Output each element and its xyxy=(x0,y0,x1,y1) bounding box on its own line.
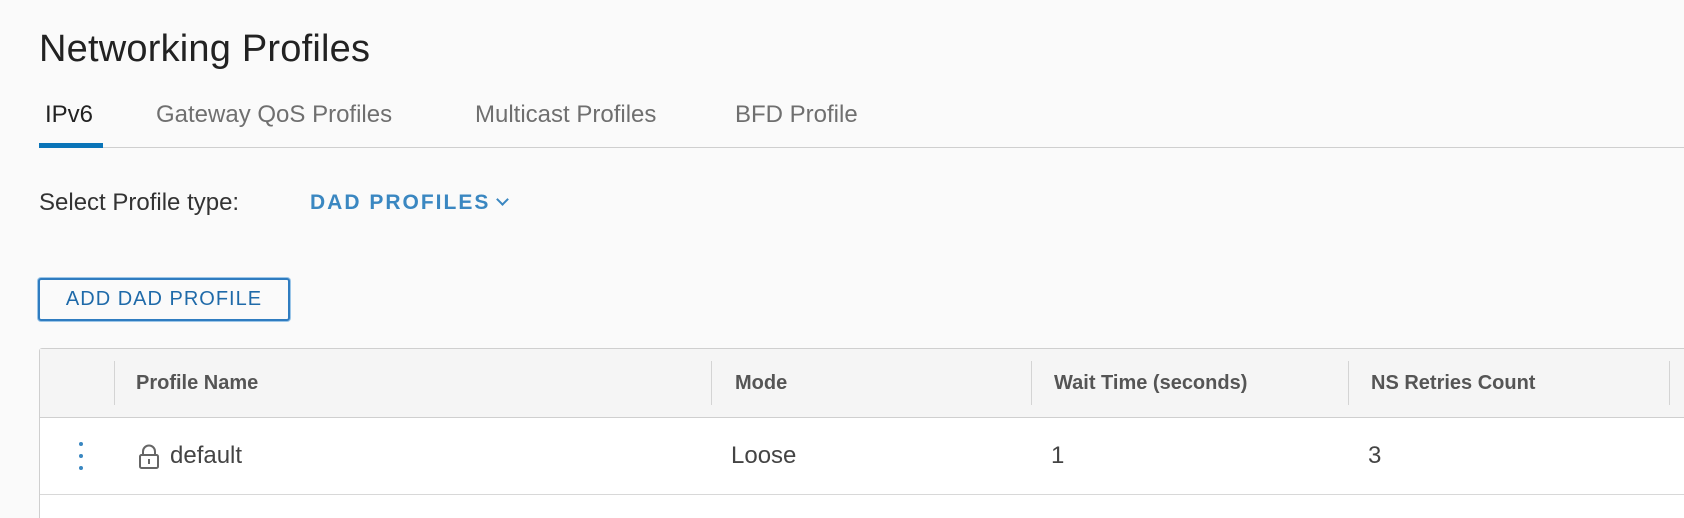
row-actions-kebab-icon[interactable] xyxy=(78,442,84,472)
column-header-wait-time[interactable]: Wait Time (seconds) xyxy=(1054,349,1247,417)
ns-retries-cell: 3 xyxy=(1368,442,1382,469)
table-row: default Loose 1 3 xyxy=(40,418,1684,495)
grid-header: Profile Name Mode Wait Time (seconds) NS… xyxy=(40,349,1684,418)
profile-type-dropdown[interactable]: DAD PROFILES xyxy=(310,188,510,218)
tab-bar: IPv6 Gateway QoS Profiles Multicast Prof… xyxy=(39,96,1684,148)
column-separator xyxy=(114,361,115,405)
add-dad-profile-button[interactable]: ADD DAD PROFILE xyxy=(38,278,290,321)
chevron-down-icon xyxy=(496,193,510,206)
dad-profiles-grid: Profile Name Mode Wait Time (seconds) NS… xyxy=(39,348,1684,518)
page-title: Networking Profiles xyxy=(39,28,371,70)
column-separator xyxy=(711,361,712,405)
profile-type-label: Select Profile type: xyxy=(39,189,240,216)
column-header-mode[interactable]: Mode xyxy=(735,349,787,417)
mode-cell: Loose xyxy=(731,442,797,469)
lock-icon xyxy=(139,444,159,469)
tab-gateway-qos-profiles[interactable]: Gateway QoS Profiles xyxy=(156,96,392,147)
column-separator xyxy=(1669,361,1670,405)
column-header-profile-name[interactable]: Profile Name xyxy=(136,349,258,417)
tab-ipv6[interactable]: IPv6 xyxy=(39,96,103,148)
column-separator xyxy=(1348,361,1349,405)
wait-time-cell: 1 xyxy=(1051,442,1065,469)
tab-bfd-profile[interactable]: BFD Profile xyxy=(735,96,858,147)
networking-profiles-page: Networking Profiles IPv6 Gateway QoS Pro… xyxy=(0,0,1684,518)
tab-multicast-profiles[interactable]: Multicast Profiles xyxy=(475,96,656,147)
column-separator xyxy=(1031,361,1032,405)
column-header-ns-retries[interactable]: NS Retries Count xyxy=(1371,349,1535,417)
profile-name-cell[interactable]: default xyxy=(170,418,242,494)
profile-type-value: DAD PROFILES xyxy=(310,191,491,214)
